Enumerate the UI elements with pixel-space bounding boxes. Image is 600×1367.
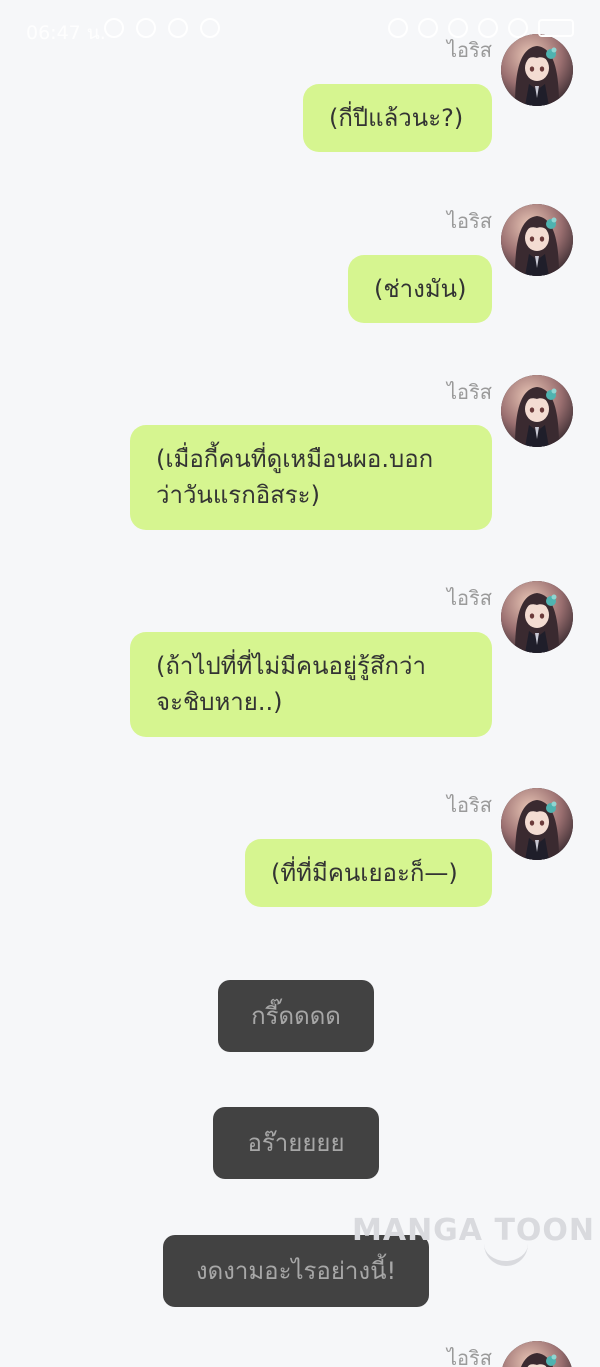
- sender-name: ไอริส: [446, 793, 492, 817]
- avatar[interactable]: [501, 788, 573, 860]
- avatar[interactable]: [501, 1341, 573, 1367]
- wifi-icon: [478, 18, 498, 38]
- play-icon: [200, 18, 220, 38]
- message-bubble: (ช่างมัน): [348, 255, 492, 323]
- status-bar: 06:47 น.: [0, 0, 600, 60]
- avatar[interactable]: [501, 581, 573, 653]
- alarm-icon: [388, 18, 408, 38]
- sender-name: ไอริส: [446, 209, 492, 233]
- headphones-icon: [136, 18, 156, 38]
- message-bubble: (กี่ปีแล้วนะ?): [303, 84, 492, 152]
- choice-button[interactable]: กรี๊ดดดด: [218, 980, 374, 1052]
- watermark-logo: MANGA TOON: [352, 1213, 596, 1248]
- messenger-icon: [104, 18, 124, 38]
- sender-name: ไอริส: [446, 586, 492, 610]
- mute-icon: [418, 18, 438, 38]
- chat-icon: [168, 18, 188, 38]
- sim-icon: [508, 18, 528, 38]
- avatar[interactable]: [501, 204, 573, 276]
- avatar[interactable]: [501, 375, 573, 447]
- battery-icon: [538, 19, 574, 37]
- chat-screen: 06:47 น. ไอริส (กี่ปีแล้วนะ?) ไอริส (ช่า…: [0, 0, 600, 1367]
- message-bubble: (เมื่อกี้คนที่ดูเหมือนผอ.บอก ว่าวันแรกอิ…: [130, 425, 492, 530]
- sender-name: ไอริส: [446, 1346, 492, 1367]
- message-bubble: (ถ้าไปที่ที่ไม่มีคนอยู่รู้สึกว่า จะชิบหา…: [130, 632, 492, 737]
- signal-icon: [448, 18, 468, 38]
- choice-button[interactable]: อร๊ายยยย: [213, 1107, 379, 1179]
- message-bubble: (ที่ที่มีคนเยอะก็—): [245, 839, 492, 907]
- sender-name: ไอริส: [446, 380, 492, 404]
- watermark-smile: [484, 1243, 528, 1266]
- status-time: 06:47 น.: [26, 22, 106, 44]
